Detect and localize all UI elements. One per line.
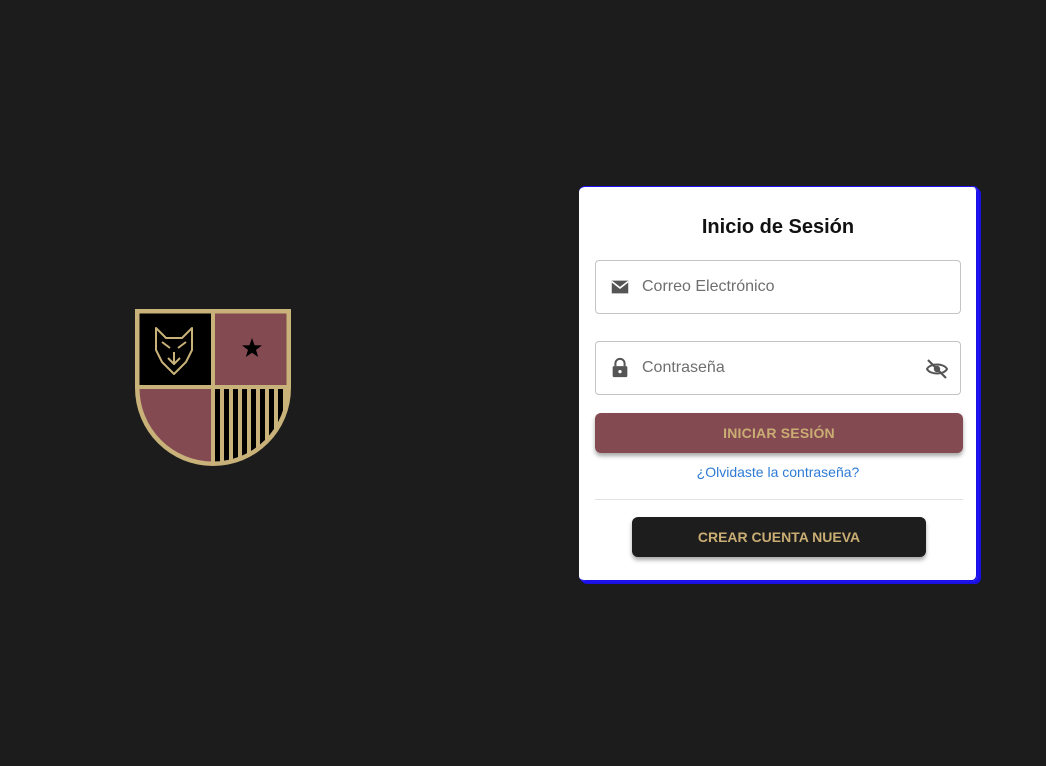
login-card: Inicio de Sesión INICIAR SESIÓN ¿Olvidas [579,186,979,582]
login-page: Inicio de Sesión INICIAR SESIÓN ¿Olvidas [0,0,1046,766]
mail-icon [611,280,629,294]
forgot-password-link[interactable]: ¿Olvidaste la contraseña? [579,464,977,480]
email-field[interactable] [595,260,961,314]
create-account-button[interactable]: CREAR CUENTA NUEVA [632,517,926,557]
login-title: Inicio de Sesión [701,216,855,238]
login-button[interactable]: INICIAR SESIÓN [595,413,963,453]
divider [595,499,963,500]
password-field[interactable] [595,341,961,395]
lock-icon [612,357,628,378]
eye-off-icon[interactable] [925,357,949,381]
wolf-crest-logo [134,308,294,468]
password-input[interactable] [642,342,912,394]
email-input[interactable] [642,261,912,313]
